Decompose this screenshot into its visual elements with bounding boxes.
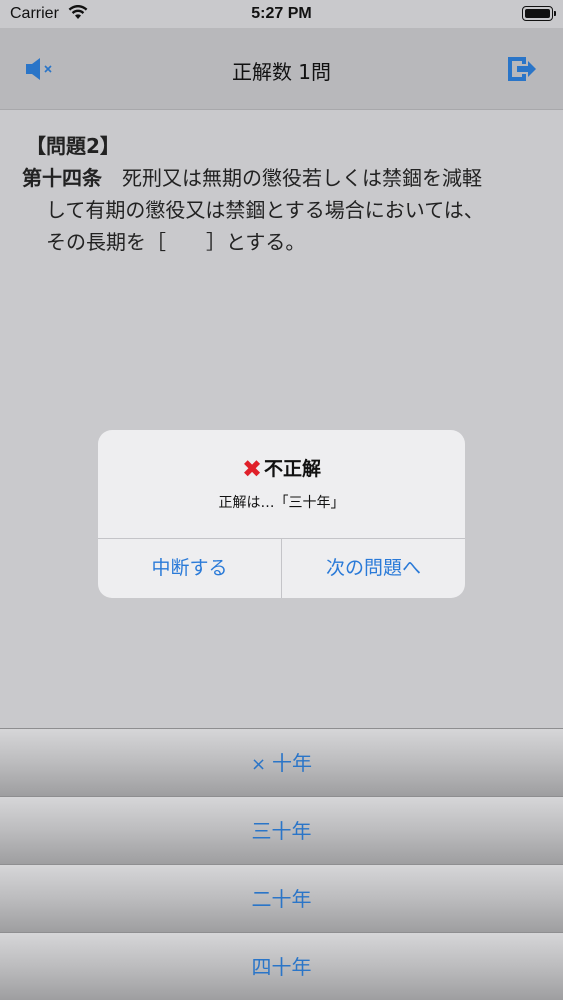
- cross-mark-icon: ✖: [241, 455, 263, 483]
- navigation-bar: 正解数 1問: [0, 28, 563, 110]
- answer-list: × 十年 三十年 二十年 四十年: [0, 728, 563, 1000]
- question-text: 【問題2】 第十四条 死刑又は無期の懲役若しくは禁錮を減軽 して有期の懲役又は禁…: [22, 130, 542, 258]
- answer-button[interactable]: 四十年: [0, 932, 563, 1000]
- answer-button[interactable]: 二十年: [0, 864, 563, 932]
- page-title: 正解数 1問: [231, 60, 332, 84]
- answer-label: 四十年: [251, 955, 312, 979]
- exit-button[interactable]: [505, 54, 539, 84]
- status-bar: Carrier 5:27 PM: [0, 0, 563, 28]
- question-line-2: して有期の懲役又は禁錮とする場合においては、: [46, 198, 484, 222]
- clock: 5:27 PM: [251, 5, 312, 22]
- question-line-1-text: 死刑又は無期の懲役若しくは禁錮を減軽: [102, 166, 482, 190]
- result-alert: ✖ 不正解 正解は…「三十年」 中断する 次の問題へ: [98, 430, 465, 598]
- answer-label: 十年: [272, 751, 313, 775]
- quit-button[interactable]: 中断する: [98, 539, 281, 598]
- article-label: 第十四条: [22, 166, 102, 190]
- alert-title-text: 不正解: [264, 458, 322, 480]
- answer-label: 二十年: [251, 887, 312, 911]
- alert-message: 正解は…「三十年」: [218, 495, 345, 511]
- battery-icon: [522, 6, 556, 21]
- wrong-mark: ×: [250, 754, 267, 775]
- exit-icon: [508, 57, 536, 81]
- question-line-1: 第十四条 死刑又は無期の懲役若しくは禁錮を減軽: [22, 162, 542, 194]
- question-number: 【問題2】: [26, 134, 120, 158]
- question-line-3: その長期を［ ］とする。: [46, 230, 306, 254]
- answer-button[interactable]: 三十年: [0, 796, 563, 864]
- answer-label: 三十年: [251, 819, 312, 843]
- alert-title: ✖ 不正解: [98, 454, 465, 483]
- next-question-button[interactable]: 次の問題へ: [282, 539, 465, 598]
- answer-button[interactable]: × 十年: [0, 728, 563, 796]
